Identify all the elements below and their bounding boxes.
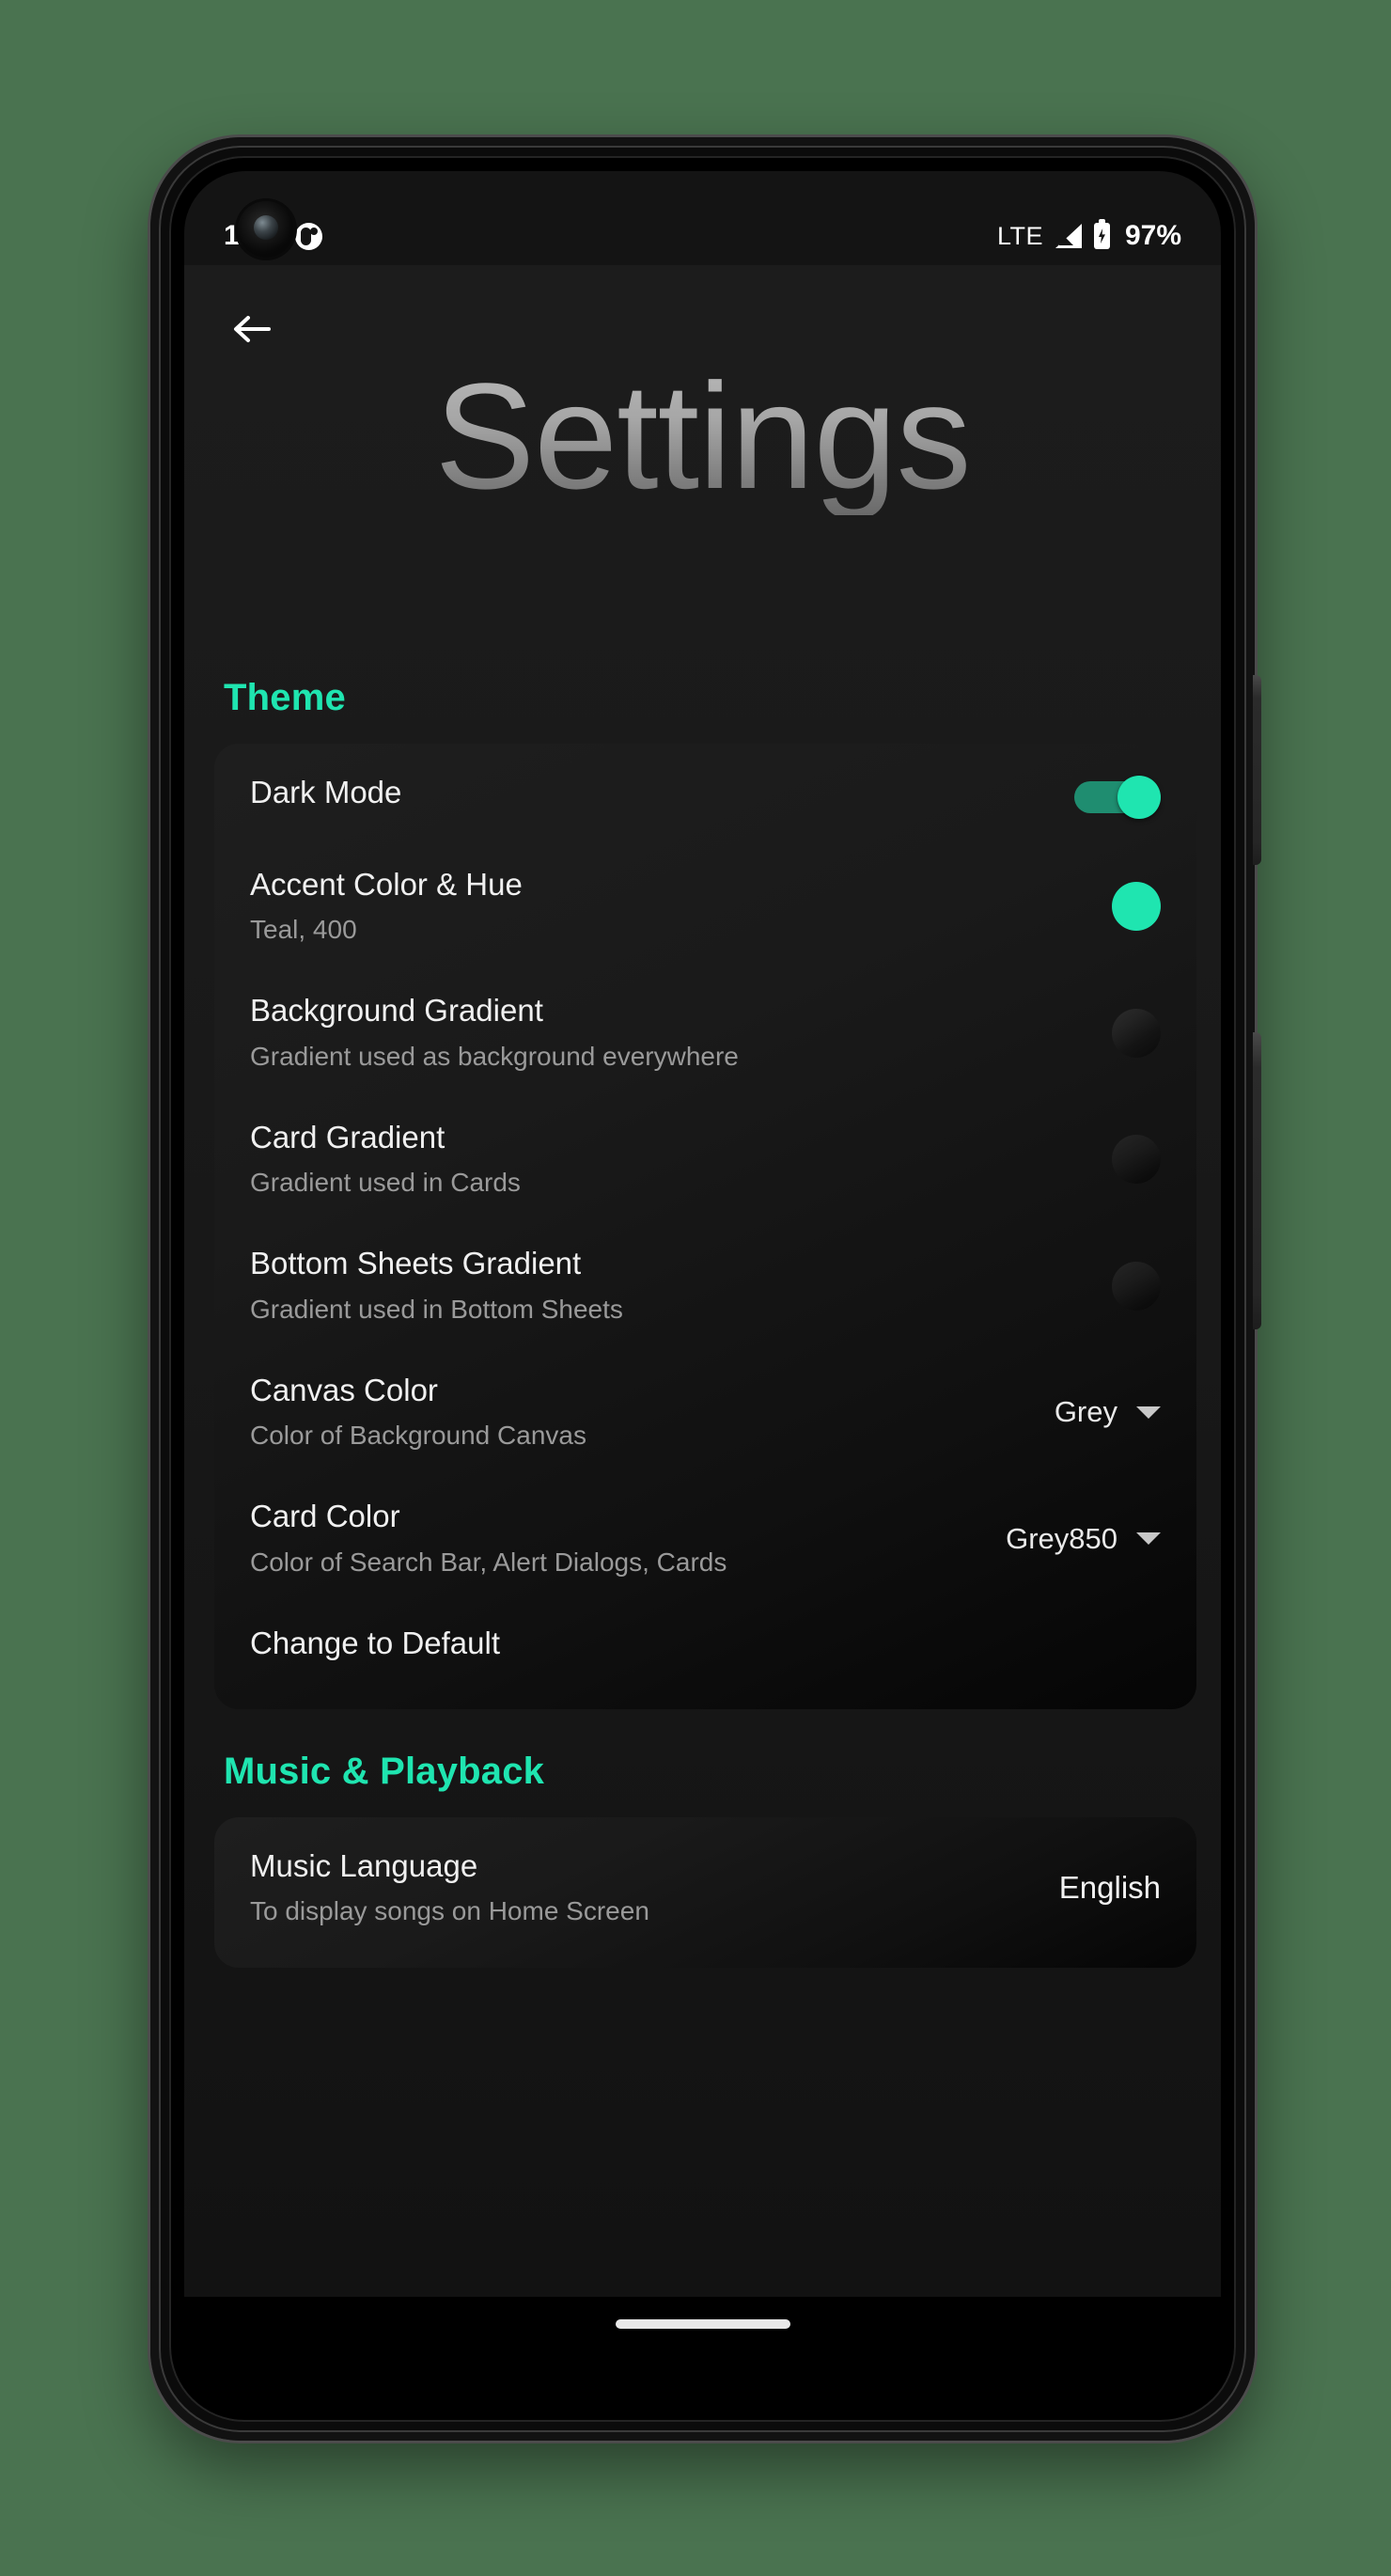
section-theme: Theme Dark Mode Accent Color & Hue Teal,… [184,677,1221,1709]
row-subtitle: Gradient used as background everywhere [250,1041,739,1071]
setting-row-music-language[interactable]: Music Language To display songs on Home … [214,1825,1196,1951]
dropdown-value: Grey850 [1006,1521,1117,1555]
row-texts: Background Gradient Gradient used as bac… [250,994,739,1071]
network-type-label: LTE [996,221,1043,250]
row-texts: Card Gradient Gradient used in Cards [250,1119,521,1198]
setting-row-change-to-default[interactable]: Change to Default [214,1602,1196,1692]
row-trailing: English [1059,1870,1161,1906]
section-header-theme: Theme [224,677,346,718]
setting-row-card-color[interactable]: Card Color Color of Search Bar, Alert Di… [214,1475,1196,1601]
theme-settings-card: Dark Mode Accent Color & Hue Teal, 400 B… [214,744,1196,1709]
settings-screen: Settings Theme Dark Mode Accent Color & … [184,265,1221,2297]
row-texts: Dark Mode [250,775,402,809]
section-music-playback: Music & Playback Music Language To displ… [184,1750,1221,1969]
row-trailing [1112,1135,1161,1185]
setting-row-accent-color[interactable]: Accent Color & Hue Teal, 400 [214,843,1196,969]
row-subtitle: Gradient used in Bottom Sheets [250,1294,623,1324]
setting-row-card-gradient[interactable]: Card Gradient Gradient used in Cards [214,1096,1196,1222]
setting-row-canvas-color[interactable]: Canvas Color Color of Background Canvas … [214,1349,1196,1475]
row-title: Card Color [250,1499,400,1534]
accent-color-swatch[interactable] [1112,882,1161,932]
row-subtitle: Color of Background Canvas [250,1421,586,1451]
status-bar-right: LTE 97% [996,219,1181,252]
back-arrow-icon[interactable] [227,305,276,353]
music-language-value[interactable]: English [1059,1870,1161,1906]
setting-row-dark-mode[interactable]: Dark Mode [214,751,1196,843]
row-title: Card Gradient [250,1119,445,1154]
signal-bars-icon [1055,224,1082,248]
home-gesture-bar[interactable] [615,2319,790,2329]
row-title: Canvas Color [250,1372,438,1407]
row-title: Accent Color & Hue [250,867,523,902]
row-texts: Canvas Color Color of Background Canvas [250,1372,586,1451]
battery-charging-icon [1093,219,1110,249]
chevron-down-icon [1136,1406,1161,1419]
phone-frame: 1:11 LTE 97% Settings [150,137,1261,2441]
background-gradient-swatch[interactable] [1112,1008,1161,1058]
section-header-music-playback: Music & Playback [224,1750,545,1792]
row-trailing: Grey [1055,1395,1161,1429]
row-title: Background Gradient [250,993,543,1029]
row-subtitle: To display songs on Home Screen [250,1896,649,1926]
status-bar: 1:11 LTE 97% [184,171,1221,265]
row-trailing: Grey850 [1006,1522,1161,1556]
power-button[interactable] [1253,675,1261,865]
row-title: Dark Mode [250,775,402,809]
row-texts: Change to Default [250,1626,500,1660]
setting-row-bottom-sheets-gradient[interactable]: Bottom Sheets Gradient Gradient used in … [214,1222,1196,1348]
row-trailing [1112,1261,1161,1311]
dropdown-value: Grey [1054,1395,1117,1429]
toggle-thumb [1117,776,1161,819]
card-color-dropdown[interactable]: Grey850 [1006,1522,1161,1556]
chevron-down-icon [1136,1532,1161,1546]
row-subtitle: Teal, 400 [250,915,357,945]
front-camera-icon [238,201,294,258]
row-texts: Bottom Sheets Gradient Gradient used in … [250,1247,623,1324]
row-subtitle: Gradient used in Cards [250,1168,521,1198]
row-trailing [1074,776,1161,819]
navigation-bar [184,2297,1221,2407]
row-trailing [1112,1008,1161,1058]
row-texts: Card Color Color of Search Bar, Alert Di… [250,1500,727,1577]
bottom-sheets-gradient-swatch[interactable] [1112,1261,1161,1311]
volume-button[interactable] [1253,1032,1261,1329]
row-trailing [1112,882,1161,932]
setting-row-background-gradient[interactable]: Background Gradient Gradient used as bac… [214,969,1196,1095]
battery-percent-label: 97% [1124,220,1181,251]
row-texts: Music Language To display songs on Home … [250,1847,649,1926]
row-texts: Accent Color & Hue Teal, 400 [250,867,523,945]
canvas-color-dropdown[interactable]: Grey [1055,1395,1161,1429]
row-title: Bottom Sheets Gradient [250,1246,582,1281]
page-title: Settings [184,357,1221,515]
row-title: Music Language [250,1847,478,1883]
row-subtitle: Color of Search Bar, Alert Dialogs, Card… [250,1547,727,1577]
dark-mode-toggle[interactable] [1074,776,1161,819]
card-gradient-swatch[interactable] [1112,1135,1161,1185]
app-notification-icon[interactable] [295,222,323,250]
phone-screen: 1:11 LTE 97% Settings [184,171,1221,2407]
music-playback-card: Music Language To display songs on Home … [214,1816,1196,1969]
row-title: Change to Default [250,1625,501,1660]
app-header: Settings [184,265,1221,677]
